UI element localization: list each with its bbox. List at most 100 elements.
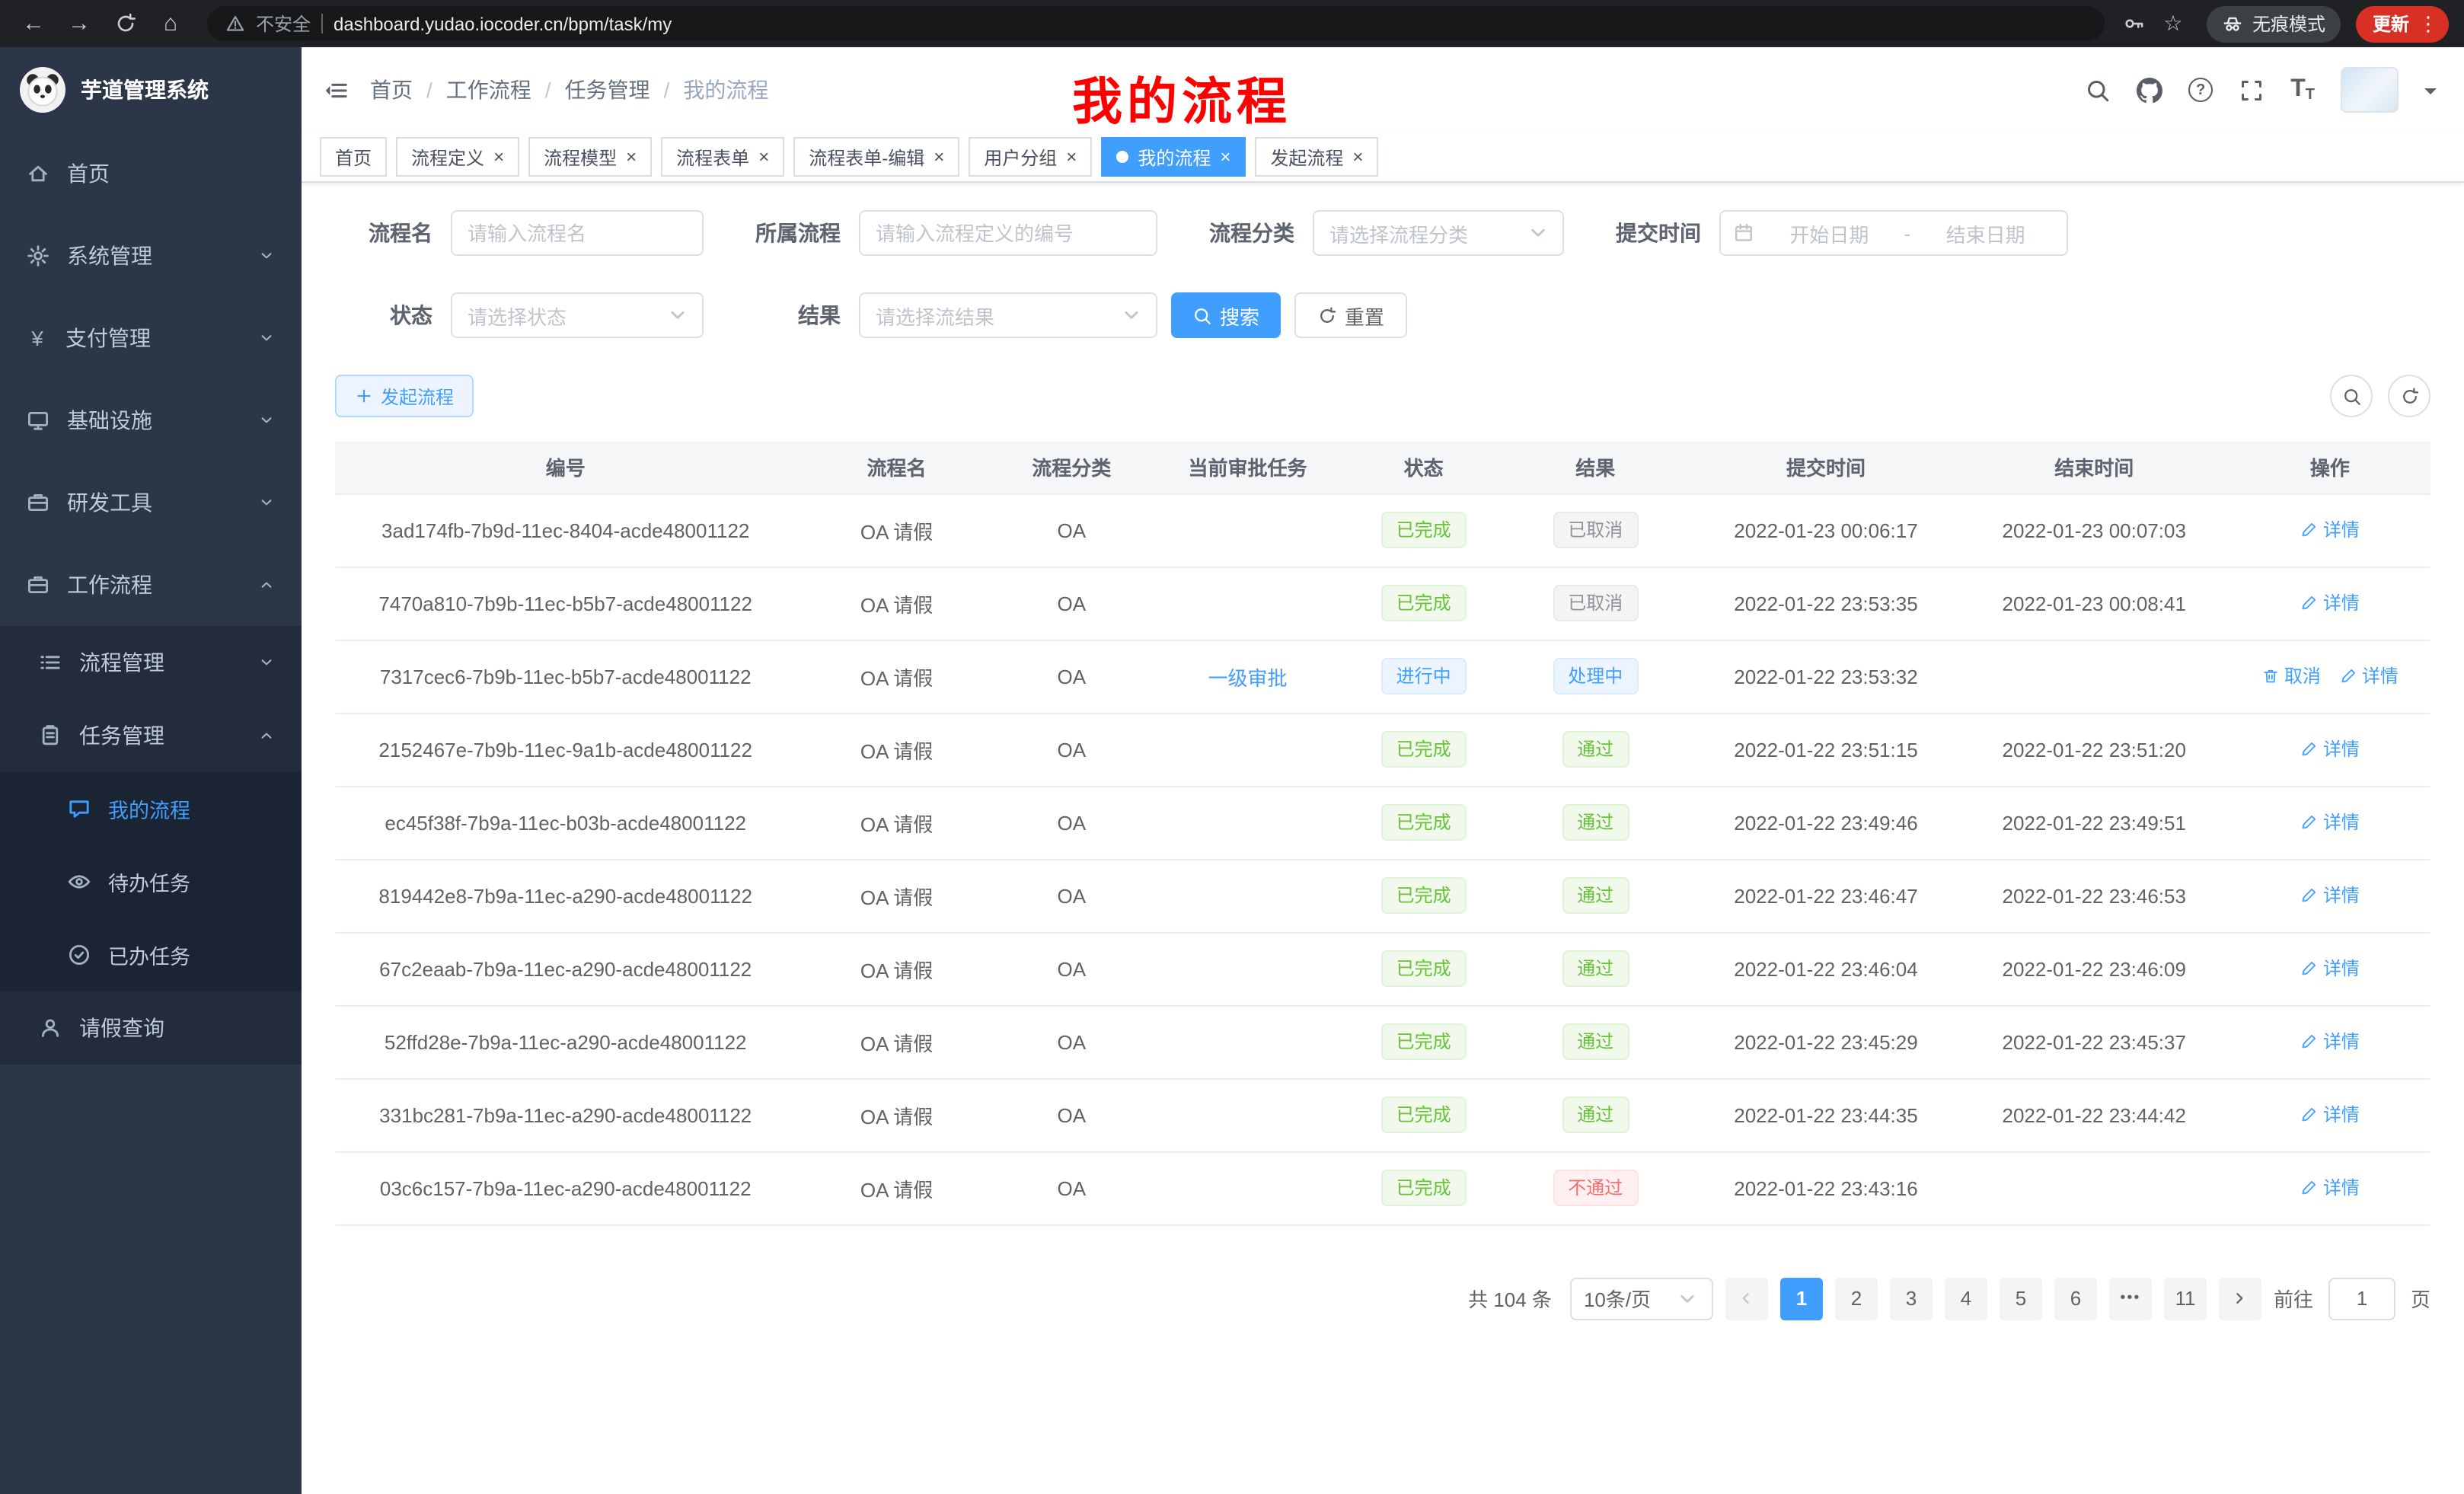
tab-label: 用户分组 (984, 144, 1057, 170)
detail-button[interactable]: 详情 (2300, 1175, 2360, 1201)
tab-start-process[interactable]: 发起流程 × (1255, 137, 1378, 177)
detail-button[interactable]: 详情 (2339, 663, 2399, 689)
detail-button[interactable]: 详情 (2300, 517, 2360, 543)
submit-time-range-picker[interactable]: 开始日期 - 结束日期 (1719, 210, 2068, 256)
user-avatar[interactable] (2341, 67, 2399, 113)
cell-status: 已完成 (1349, 493, 1498, 567)
page-button-6[interactable]: 6 (2054, 1277, 2097, 1320)
detail-button[interactable]: 详情 (2300, 809, 2360, 835)
sidebar-item-devtools[interactable]: 研发工具 (0, 461, 302, 544)
password-key-icon[interactable] (2123, 12, 2146, 35)
close-icon[interactable]: × (1066, 148, 1077, 166)
sidebar-item-infra[interactable]: 基础设施 (0, 379, 302, 461)
cell-name: OA 请假 (796, 640, 997, 713)
sidebar-toggle-icon[interactable] (323, 77, 349, 103)
search-button[interactable]: 搜索 (1171, 292, 1281, 338)
browser-menu-icon[interactable]: ⋮ (2418, 11, 2438, 36)
page-button-4[interactable]: 4 (1945, 1277, 1987, 1320)
search-label: 搜索 (1220, 301, 1259, 330)
cancel-button[interactable]: 取消 (2261, 663, 2321, 689)
filter-label-result: 结果 (743, 300, 841, 330)
show-search-button[interactable] (2330, 375, 2373, 417)
tab-my-process[interactable]: 我的流程× (1101, 137, 1246, 177)
avatar-caret-icon[interactable] (2424, 88, 2437, 101)
close-icon[interactable]: × (493, 148, 504, 166)
update-label: 更新 (2373, 11, 2409, 37)
sidebar-item-todo-task[interactable]: 待办任务 (0, 845, 302, 918)
tab-process-definition[interactable]: 流程定义× (396, 137, 519, 177)
tab-process-model[interactable]: 流程模型 × (528, 137, 652, 177)
tab-label: 发起流程 (1270, 144, 1343, 170)
breadcrumb-home[interactable]: 首页 (370, 75, 413, 105)
cell-current-task (1146, 1151, 1349, 1224)
chevron-left-icon (1737, 1288, 1757, 1308)
help-icon[interactable]: ? (2188, 78, 2213, 102)
goto-page-input[interactable] (2328, 1277, 2395, 1320)
browser-home-icon[interactable]: ⌂ (152, 5, 189, 42)
sidebar-item-done-task[interactable]: 已办任务 (0, 918, 302, 991)
close-icon[interactable]: × (1352, 148, 1363, 166)
detail-button[interactable]: 详情 (2300, 1102, 2360, 1128)
cell-id: 7317cec6-7b9b-11ec-b5b7-acde48001122 (335, 640, 796, 713)
breadcrumb-task-mgmt[interactable]: 任务管理 (565, 75, 650, 105)
process-name-input[interactable] (451, 210, 704, 256)
sidebar-item-payment[interactable]: ¥ 支付管理 (0, 297, 302, 379)
sidebar-item-system[interactable]: 系统管理 (0, 215, 302, 297)
tab-process-form[interactable]: 流程表单× (661, 137, 784, 177)
close-icon[interactable]: × (626, 148, 637, 166)
page-size-select[interactable]: 10条/页 (1570, 1277, 1713, 1320)
app-logo[interactable]: 芋道管理系统 (0, 47, 302, 132)
sidebar-item-my-process[interactable]: 我的流程 (0, 772, 302, 845)
status-select[interactable]: 请选择状态 (451, 292, 704, 338)
close-icon[interactable]: × (934, 148, 944, 166)
sidebar-item-process-mgmt[interactable]: 流程管理 (0, 626, 302, 699)
sidebar-item-task-mgmt[interactable]: 任务管理 (0, 699, 302, 772)
sidebar-item-workflow[interactable]: 工作流程 (0, 544, 302, 626)
reset-button[interactable]: 重置 (1294, 292, 1407, 338)
current-task-link[interactable]: 一级审批 (1208, 666, 1287, 689)
detail-button[interactable]: 详情 (2300, 736, 2360, 762)
next-page-button[interactable] (2219, 1277, 2261, 1320)
close-icon[interactable]: × (758, 148, 769, 166)
header-search-icon[interactable] (2085, 77, 2111, 103)
font-size-icon[interactable]: TT (2290, 76, 2315, 104)
detail-button[interactable]: 详情 (2300, 590, 2360, 616)
tab-label: 流程模型 (544, 144, 617, 170)
prev-page-button[interactable] (1725, 1277, 1768, 1320)
create-process-button[interactable]: 发起流程 (335, 375, 474, 417)
page-button-3[interactable]: 3 (1890, 1277, 1933, 1320)
page-button-11[interactable]: 11 (2164, 1277, 2207, 1320)
cell-submit-time: 2022-01-22 23:45:29 (1693, 1005, 1959, 1078)
status-tag: 已完成 (1381, 512, 1467, 548)
address-bar[interactable]: 不安全 dashboard.yudao.iocoder.cn/bpm/task/… (207, 6, 2105, 41)
category-select[interactable]: 请选择流程分类 (1313, 210, 1564, 256)
fullscreen-icon[interactable] (2239, 77, 2265, 103)
refresh-table-button[interactable] (2388, 375, 2430, 417)
browser-forward-icon[interactable]: → (61, 5, 97, 42)
bookmark-star-icon[interactable]: ☆ (2155, 5, 2191, 42)
sidebar-item-home[interactable]: 首页 (0, 132, 302, 215)
detail-button[interactable]: 详情 (2300, 1029, 2360, 1055)
process-def-input[interactable] (859, 210, 1157, 256)
page-button-1[interactable]: 1 (1780, 1277, 1823, 1320)
page-ellipsis-button[interactable]: ••• (2109, 1277, 2152, 1320)
detail-button[interactable]: 详情 (2300, 956, 2360, 982)
page-button-2[interactable]: 2 (1835, 1277, 1878, 1320)
cell-category: OA (997, 859, 1146, 932)
cell-result: 已取消 (1498, 493, 1693, 567)
tab-user-group[interactable]: 用户分组 × (969, 137, 1092, 177)
tab-home[interactable]: 首页 (320, 137, 387, 177)
browser-update-button[interactable]: 更新 ⋮ (2356, 5, 2449, 42)
detail-button[interactable]: 详情 (2300, 883, 2360, 908)
tab-process-form-edit[interactable]: 流程表单-编辑× (793, 137, 959, 177)
col-category: 流程分类 (997, 442, 1146, 493)
browser-back-icon[interactable]: ← (15, 5, 52, 42)
github-icon[interactable] (2137, 77, 2162, 103)
close-icon[interactable]: × (1220, 148, 1230, 166)
col-status: 状态 (1349, 442, 1498, 493)
sidebar-item-leave-query[interactable]: 请假查询 (0, 991, 302, 1065)
result-select[interactable]: 请选择流结果 (859, 292, 1157, 338)
breadcrumb-workflow[interactable]: 工作流程 (446, 75, 531, 105)
page-button-5[interactable]: 5 (2000, 1277, 2042, 1320)
browser-refresh-icon[interactable] (107, 5, 143, 42)
